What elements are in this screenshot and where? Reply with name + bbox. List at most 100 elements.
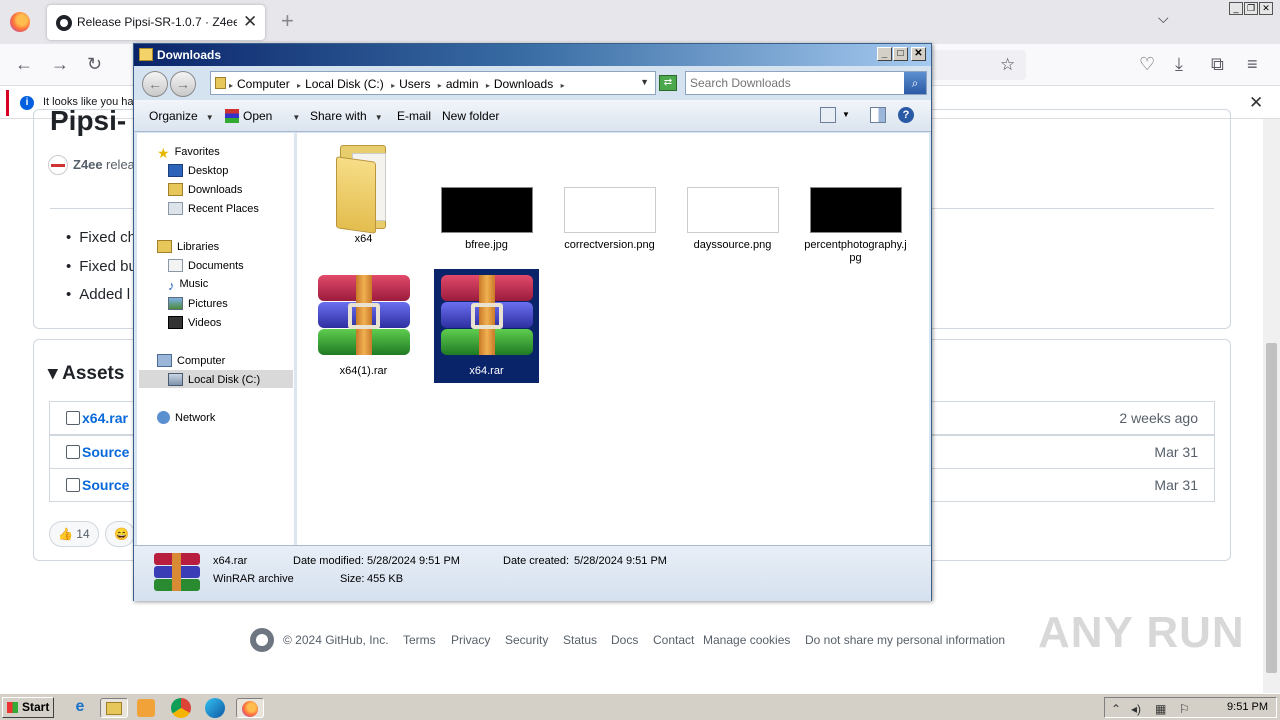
- breadcrumb-computer[interactable]: Computer: [237, 77, 290, 91]
- address-dropdown-icon[interactable]: ▼: [640, 77, 649, 87]
- breadcrumb-users[interactable]: Users: [399, 77, 430, 91]
- refresh-icon[interactable]: ⇄: [659, 75, 677, 91]
- nav-desktop[interactable]: Desktop: [168, 164, 228, 177]
- explorer-title-bar[interactable]: Downloads _ □ ✕: [134, 44, 931, 66]
- nav-computer[interactable]: Computer: [157, 354, 225, 367]
- search-box[interactable]: ⌕: [685, 71, 927, 95]
- scrollbar-thumb[interactable]: [1266, 343, 1277, 673]
- file-item[interactable]: dayssource.png: [680, 187, 785, 252]
- volume-icon[interactable]: ◂): [1131, 702, 1141, 716]
- page-footer: © 2024 GitHub, Inc. Terms Privacy Securi…: [250, 628, 1050, 652]
- file-item[interactable]: percentphotography.jpg: [803, 187, 908, 265]
- list-tabs-chevron-icon[interactable]: ⌵: [1158, 10, 1169, 27]
- footer-link-docs[interactable]: Docs: [611, 633, 638, 647]
- explorer-window: Downloads _ □ ✕ ← → ▸ Computer ▸ Local Dis…: [133, 43, 932, 601]
- tab-close-icon[interactable]: ✕: [243, 12, 257, 32]
- nav-videos[interactable]: Videos: [168, 316, 221, 329]
- file-name: x64.rar: [469, 365, 504, 377]
- author-link[interactable]: Z4ee: [73, 157, 103, 172]
- footer-link-privacy[interactable]: Privacy: [451, 633, 490, 647]
- file-item-selected[interactable]: x64.rar: [434, 269, 539, 383]
- nav-music[interactable]: ♪ Music: [168, 278, 208, 293]
- footer-link-terms[interactable]: Terms: [403, 633, 436, 647]
- change-item: Added l: [66, 286, 130, 303]
- footer-link-status[interactable]: Status: [563, 633, 597, 647]
- nav-recent-places[interactable]: Recent Places: [168, 202, 259, 215]
- footer-link-security[interactable]: Security: [505, 633, 548, 647]
- close-button[interactable]: ✕: [1259, 2, 1273, 15]
- help-icon[interactable]: ?: [898, 107, 914, 123]
- email-button[interactable]: E-mail: [397, 109, 431, 123]
- pocket-icon[interactable]: ♡: [1139, 54, 1155, 75]
- page-scrollbar[interactable]: [1263, 119, 1280, 693]
- notification-close-icon[interactable]: ✕: [1249, 93, 1263, 113]
- file-item[interactable]: correctversion.png: [557, 187, 662, 252]
- asset-link[interactable]: x64.rar: [82, 410, 128, 426]
- organize-button[interactable]: Organize ▼: [149, 109, 214, 123]
- reload-icon[interactable]: ↻: [87, 54, 102, 75]
- extensions-icon[interactable]: ⧉: [1211, 54, 1224, 75]
- footer-link-do-not-share[interactable]: Do not share my personal information: [805, 633, 1005, 647]
- nav-local-disk[interactable]: Local Disk (C:): [139, 370, 293, 388]
- preview-pane-icon[interactable]: [870, 107, 886, 123]
- drive-icon: [168, 373, 183, 386]
- new-tab-button[interactable]: +: [281, 8, 294, 34]
- tray-expand-icon[interactable]: ⌃: [1111, 702, 1121, 716]
- view-dropdown-icon[interactable]: ▼: [842, 110, 850, 119]
- back-arrow-icon[interactable]: ←: [15, 54, 33, 75]
- bookmark-star-icon[interactable]: ☆: [1000, 55, 1015, 75]
- reaction-thumbs-up[interactable]: 👍 14: [49, 521, 99, 547]
- breadcrumb-downloads[interactable]: Downloads: [494, 77, 553, 91]
- minimize-button[interactable]: _: [1229, 2, 1243, 15]
- start-button[interactable]: Start: [2, 697, 54, 718]
- nav-downloads[interactable]: Downloads: [168, 183, 242, 196]
- downloads-icon[interactable]: ⤓: [1175, 54, 1183, 75]
- explorer-close-button[interactable]: ✕: [911, 47, 926, 61]
- details-modified-value: 5/28/2024 9:51 PM: [367, 555, 460, 567]
- menu-icon[interactable]: ≡: [1247, 54, 1258, 75]
- address-bar[interactable]: ▸ Computer ▸ Local Disk (C:) ▸ Users ▸ admin…: [210, 71, 656, 95]
- restore-button[interactable]: ❐: [1244, 2, 1258, 15]
- edge-icon[interactable]: [205, 698, 225, 718]
- internet-explorer-icon[interactable]: e: [70, 698, 90, 718]
- footer-link-contact[interactable]: Contact: [653, 633, 694, 647]
- nav-network[interactable]: Network: [157, 411, 215, 424]
- new-folder-button[interactable]: New folder: [442, 109, 499, 123]
- reaction-smile[interactable]: 😄: [105, 521, 135, 547]
- thumbs-up-icon: 👍: [58, 527, 73, 541]
- avatar[interactable]: [48, 155, 68, 175]
- explorer-back-button[interactable]: ←: [142, 71, 168, 97]
- footer-link-manage-cookies[interactable]: Manage cookies: [703, 633, 790, 647]
- search-input[interactable]: [690, 75, 900, 91]
- nav-libraries[interactable]: Libraries: [157, 240, 219, 253]
- file-item[interactable]: x64: [311, 139, 416, 246]
- media-player-icon[interactable]: [137, 699, 155, 717]
- explorer-taskbar-button[interactable]: [100, 698, 128, 718]
- firefox-taskbar-button[interactable]: [236, 698, 264, 718]
- file-item[interactable]: x64(1).rar: [311, 269, 416, 378]
- browser-tab[interactable]: Release Pipsi-SR-1.0.7 · Z4ee/Pips ✕: [47, 5, 265, 40]
- breadcrumb-local-disk[interactable]: Local Disk (C:): [305, 77, 384, 91]
- network-icon: [157, 411, 170, 424]
- chrome-icon[interactable]: [171, 698, 191, 718]
- nav-pictures[interactable]: Pictures: [168, 297, 228, 310]
- assets-heading[interactable]: ▾ Assets: [48, 362, 124, 385]
- nav-favorites[interactable]: ★ Favorites: [157, 145, 220, 161]
- explorer-minimize-button[interactable]: _: [877, 47, 892, 61]
- explorer-forward-button[interactable]: →: [170, 71, 196, 97]
- change-view-icon[interactable]: [820, 107, 836, 123]
- flag-icon[interactable]: ⚐: [1179, 702, 1190, 716]
- share-with-button[interactable]: Share with ▼: [310, 109, 383, 123]
- nav-documents[interactable]: Documents: [168, 259, 244, 272]
- open-button[interactable]: Open ▼: [225, 109, 300, 123]
- forward-arrow-icon[interactable]: →: [51, 54, 69, 75]
- firefox-icon[interactable]: [10, 12, 30, 32]
- search-icon[interactable]: ⌕: [904, 72, 926, 94]
- network-tray-icon[interactable]: ▦: [1155, 702, 1166, 716]
- github-logo-icon[interactable]: [250, 628, 274, 652]
- clock[interactable]: 9:51 PM: [1227, 701, 1268, 713]
- explorer-maximize-button[interactable]: □: [893, 47, 908, 61]
- file-item[interactable]: bfree.jpg: [434, 187, 539, 252]
- organize-label: Organize: [149, 109, 198, 123]
- breadcrumb-admin[interactable]: admin: [446, 77, 479, 91]
